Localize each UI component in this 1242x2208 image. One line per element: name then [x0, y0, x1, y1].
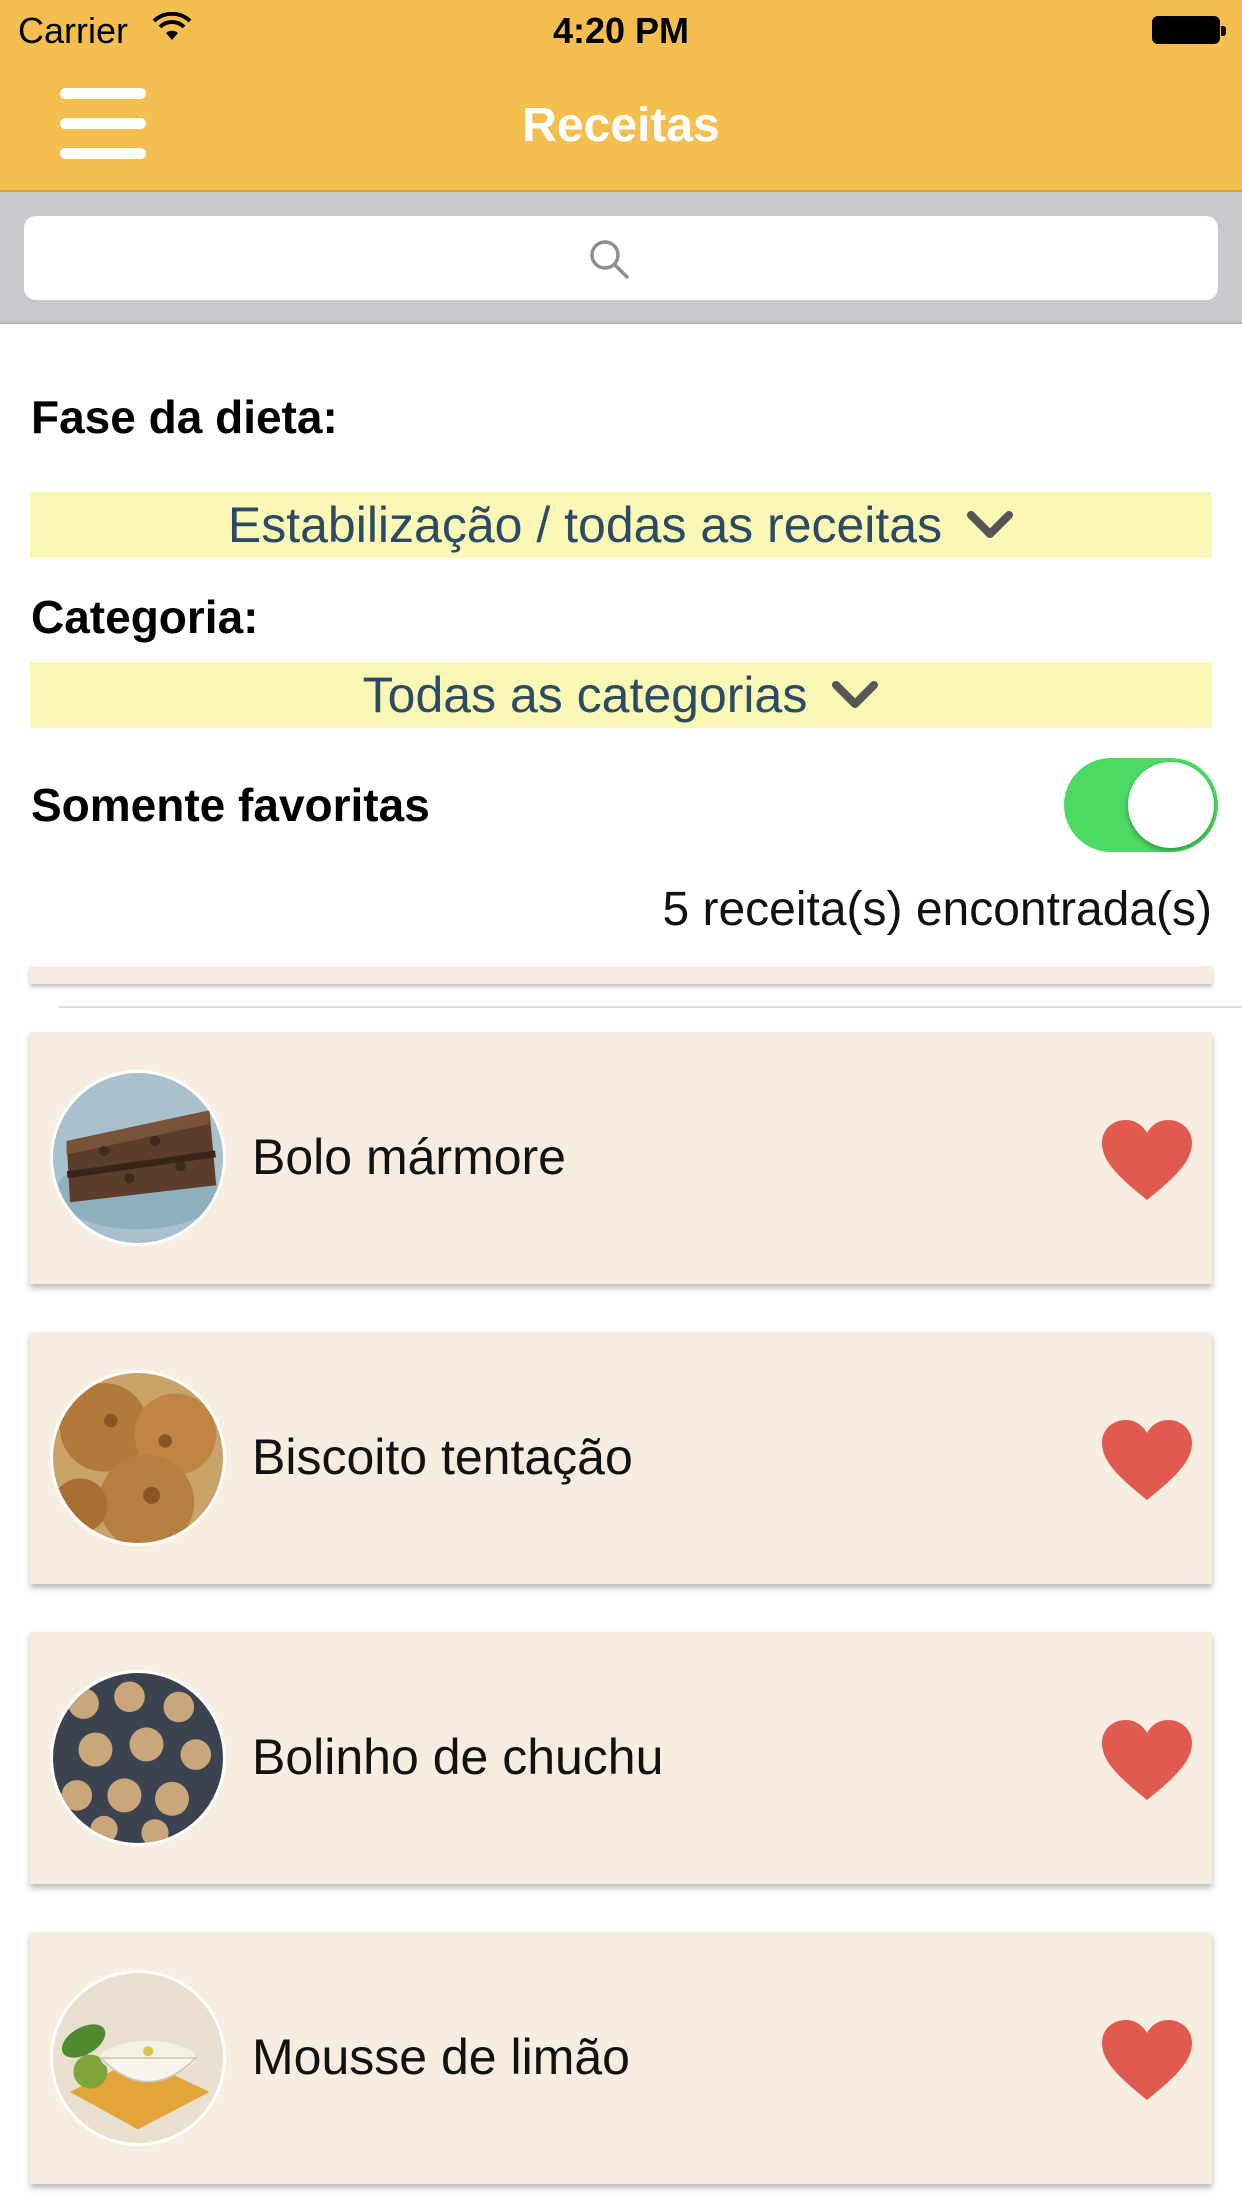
recipe-thumbnail [50, 1370, 226, 1546]
category-value: Todas as categorias [362, 667, 808, 723]
recipe-card[interactable]: Bolinho de chuchu [30, 1632, 1212, 1884]
recipe-card[interactable]: Mousse de limão [30, 1932, 1212, 2184]
search-bar [0, 192, 1242, 324]
recipe-thumbnail [50, 1070, 226, 1246]
favorites-only-label: Somente favoritas [31, 779, 430, 831]
toggle-knob [1128, 762, 1214, 848]
heart-favorite-icon[interactable] [1100, 2018, 1194, 2102]
search-input[interactable] [24, 216, 1218, 300]
favorites-only-toggle[interactable] [1064, 758, 1218, 852]
recipe-card[interactable]: Bolo mármore [30, 1032, 1212, 1284]
page-title: Receitas [522, 99, 720, 152]
results-count: 5 receita(s) encontrada(s) [662, 883, 1212, 936]
recipe-card[interactable]: Biscoito tentação [30, 1332, 1212, 1584]
cookies-photo [53, 1373, 223, 1543]
marble-cake-photo [53, 1073, 223, 1243]
recipe-thumbnail [50, 1970, 226, 2146]
lemon-mousse-photo [53, 1973, 223, 2143]
category-picker[interactable]: Todas as categorias [30, 662, 1212, 728]
heart-favorite-icon[interactable] [1100, 1418, 1194, 1502]
heart-favorite-icon[interactable] [1100, 1718, 1194, 1802]
divider [58, 1006, 1242, 1008]
recipe-name: Bolinho de chuchu [252, 1729, 664, 1785]
diet-phase-label: Fase da dieta: [31, 391, 338, 443]
recipe-name: Mousse de limão [252, 2029, 630, 2085]
recipe-name: Bolo mármore [252, 1129, 566, 1185]
diet-phase-value: Estabilização / todas as receitas [227, 497, 943, 553]
navigation-bar: Carrier 4:20 PM Receitas [0, 0, 1242, 192]
battery-icon [1152, 16, 1226, 44]
chevron-down-icon [967, 511, 1014, 538]
chayote-fritters-photo [53, 1673, 223, 1843]
clock: 4:20 PM [552, 10, 690, 51]
chevron-down-icon [832, 681, 879, 708]
heart-favorite-icon[interactable] [1100, 1118, 1194, 1202]
recipe-name: Biscoito tentação [252, 1429, 633, 1485]
category-label: Categoria: [31, 591, 259, 643]
status-bar: Carrier 4:20 PM [0, 0, 1242, 60]
list-item-partial[interactable] [30, 966, 1212, 984]
recipe-thumbnail [50, 1670, 226, 1846]
diet-phase-picker[interactable]: Estabilização / todas as receitas [30, 492, 1212, 558]
